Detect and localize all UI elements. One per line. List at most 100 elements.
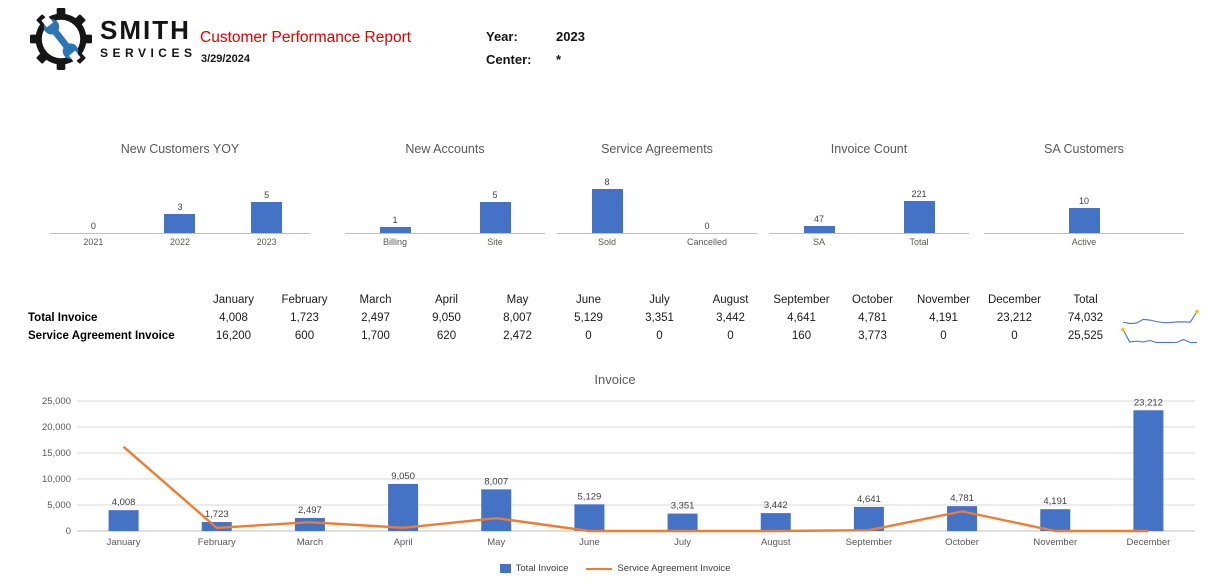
category-label: Active <box>1071 237 1097 247</box>
bar <box>379 227 411 233</box>
bar-january <box>108 510 139 531</box>
column-header: May <box>506 294 529 306</box>
y-tick-label: 0 <box>66 526 71 537</box>
center-value[interactable]: * <box>556 52 561 67</box>
bar-value-label: 4,008 <box>112 497 136 508</box>
report-date: 3/29/2024 <box>201 53 250 65</box>
mini-chart-title: Invoice Count <box>830 142 908 156</box>
line-series <box>122 445 1149 533</box>
column-header: September <box>773 294 830 306</box>
sparkline-high-marker <box>1121 327 1125 332</box>
bar-value-label: 8 <box>604 177 610 187</box>
table-cell: 0 <box>940 330 947 342</box>
bar <box>1068 208 1100 233</box>
mini-chart-new-accounts: New Accounts 1 5 Billing Site <box>345 142 545 254</box>
bar-may <box>481 489 512 531</box>
x-tick-label: May <box>487 537 505 548</box>
bar-value-label: 4,191 <box>1043 496 1067 507</box>
category-label: Billing <box>382 237 407 247</box>
mini-chart-plot: 15 <box>345 171 545 233</box>
x-tick-label: March <box>297 537 323 548</box>
category-label: Sold <box>597 237 616 247</box>
bar-value-label: 9,050 <box>391 471 415 482</box>
table-cell: 2,472 <box>503 330 532 342</box>
bar-april <box>388 483 419 531</box>
invoice-table: January February March April May June July Augu… <box>28 292 1207 345</box>
table-cell: 4,781 <box>858 312 887 324</box>
bar-group: 10 <box>1049 196 1119 233</box>
table-cell: 74,032 <box>1067 312 1104 324</box>
table-cell: 600 <box>294 330 315 342</box>
column-header: December <box>987 294 1042 306</box>
x-tick-label: August <box>761 537 791 548</box>
bar-value-label: 4,641 <box>857 494 881 505</box>
axis-line <box>50 233 310 234</box>
brand-name: SMITH <box>100 15 191 45</box>
sparkline-line <box>1122 311 1198 325</box>
bar-value-label: 47 <box>813 214 824 224</box>
mini-chart-invoice-count: Invoice Count 47 221 SA Total <box>769 142 969 254</box>
bar-july <box>667 513 698 531</box>
invoice-chart: Invoice 0 5,000 10,000 15,000 20,000 25,000 4,… <box>25 372 1205 574</box>
sparkline-header <box>1121 298 1207 303</box>
category-labels: Sold Cancelled <box>557 237 757 247</box>
x-tick-label: November <box>1033 537 1077 548</box>
logo-gear-wrench-icon <box>30 8 92 70</box>
chart-title: Invoice <box>594 372 636 387</box>
table-cell: 4,008 <box>219 312 248 324</box>
mini-chart-new-customers-yoy: New Customers YOY 0 3 5 2021 2022 2023 <box>50 142 310 254</box>
column-header: July <box>649 294 670 306</box>
category-label: Total <box>909 237 929 247</box>
category-labels: Billing Site <box>345 237 545 247</box>
bar <box>164 214 196 233</box>
bar-value-label: 5,129 <box>578 491 602 502</box>
bar <box>803 226 835 233</box>
bar-value-label: 4,781 <box>950 493 974 504</box>
y-tick-label: 10,000 <box>42 474 71 485</box>
bar-value-label: 1 <box>392 215 398 225</box>
bar-value-label: 5 <box>492 190 498 200</box>
y-tick-label: 20,000 <box>42 422 71 433</box>
bar-december <box>1133 410 1164 531</box>
bar <box>903 201 935 233</box>
legend-swatch-bar <box>499 564 511 573</box>
x-tick-label: January <box>107 537 141 548</box>
column-header: August <box>712 294 749 306</box>
bar-group: 1 <box>360 215 430 233</box>
x-tick-label: December <box>1127 537 1171 548</box>
column-header: October <box>852 294 893 306</box>
sparkline-cell <box>1121 327 1207 345</box>
bar <box>591 189 623 233</box>
table-cell: 16,200 <box>215 330 252 342</box>
bar-value-label: 5 <box>264 190 270 200</box>
table-cell: 1,723 <box>290 312 319 324</box>
center-label: Center: <box>486 52 532 67</box>
sparkline-line <box>1122 329 1197 344</box>
category-labels: SA Total <box>769 237 969 247</box>
chart-legend: Total Invoice Service Agreement Invoice <box>25 563 1205 574</box>
category-labels: Active <box>984 237 1184 247</box>
table-cell: 0 <box>585 330 592 342</box>
table-cell: 620 <box>436 330 457 342</box>
gridlines <box>77 400 1195 532</box>
x-tick-label: June <box>579 537 600 548</box>
bar-value-label: 221 <box>911 189 927 199</box>
year-value[interactable]: 2023 <box>556 29 585 44</box>
mini-chart-plot: 0 3 5 <box>50 171 310 233</box>
axis-line <box>557 233 757 234</box>
bar-august <box>760 513 791 531</box>
bar-group: 0 <box>58 221 128 233</box>
column-header: April <box>434 294 458 306</box>
bar-value-label: 23,212 <box>1134 397 1163 408</box>
category-label: 2023 <box>256 237 277 247</box>
table-cell: 0 <box>727 330 734 342</box>
bar-group: 5 <box>232 190 302 233</box>
brand: SMITH SERVICES <box>100 17 196 59</box>
table-cell: 0 <box>656 330 663 342</box>
mini-chart-title: New Accounts <box>405 142 485 156</box>
legend-label: Total Invoice <box>515 563 569 574</box>
y-tick-label: 15,000 <box>42 448 71 459</box>
column-header: February <box>281 294 328 306</box>
bar <box>479 202 511 233</box>
table-cell: 3,442 <box>716 312 745 324</box>
